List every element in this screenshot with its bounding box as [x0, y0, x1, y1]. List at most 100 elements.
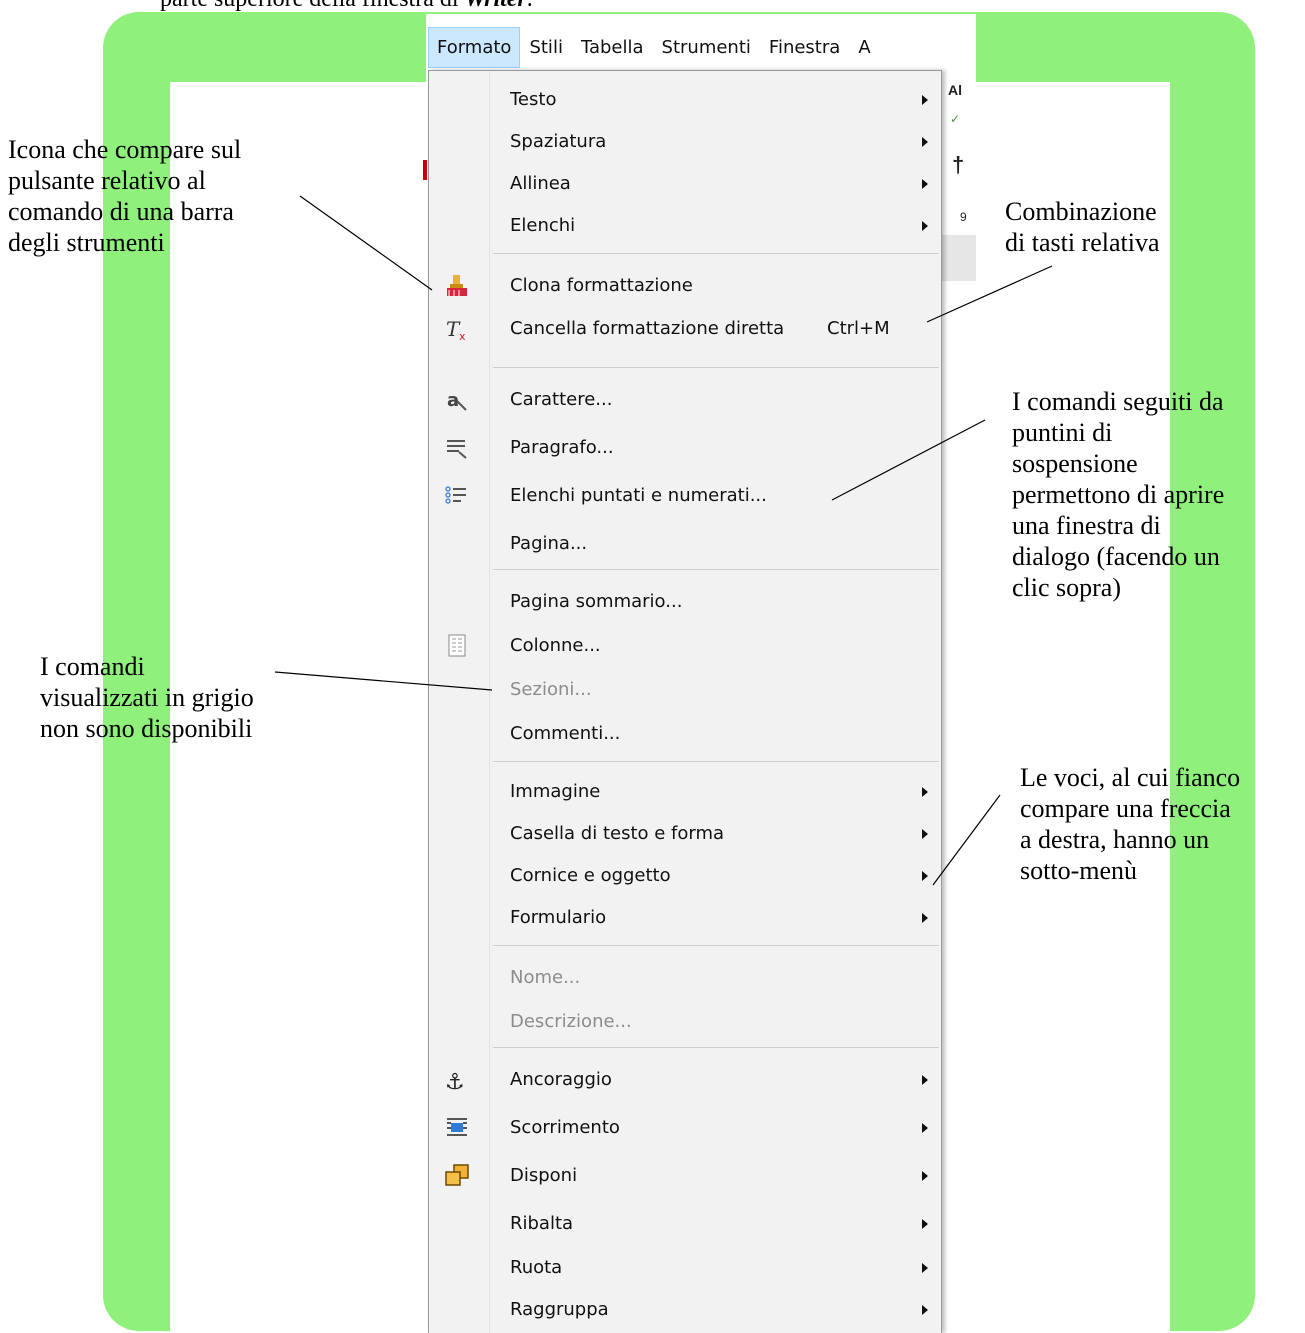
annotation-line: una finestra di [1012, 511, 1161, 540]
menu-label: Casella di testo e forma [510, 823, 725, 844]
menubar-tabella[interactable]: Tabella [572, 27, 653, 68]
top-caption: parte superiore della finestra di Writer… [160, 0, 533, 13]
submenu-arrow-icon [922, 1219, 928, 1229]
menu-item-nome: Nome... [429, 959, 941, 997]
menu-label: Allinea [510, 173, 571, 194]
annotation-line: Le voci, al cui fianco [1020, 763, 1241, 792]
submenu-arrow-icon [922, 1123, 928, 1133]
menu-item-immagine[interactable]: Immagine [429, 773, 941, 811]
menu-item-spaziatura[interactable]: Spaziatura [429, 123, 941, 161]
menu-item-pagina-sommario[interactable]: Pagina sommario... [429, 583, 941, 621]
menu-item-cancella-formattazione[interactable]: T x Cancella formattazione diretta Ctrl+… [429, 310, 941, 348]
menu-label: Disponi [510, 1165, 578, 1186]
menubar-finestra[interactable]: Finestra [760, 27, 849, 68]
annotation-line: permettono di aprire [1012, 480, 1225, 509]
annotation-line: Icona che compare sul [8, 135, 242, 164]
menu-item-ancoraggio[interactable]: ⚓ Ancoraggio [429, 1061, 941, 1099]
annotation-line: di tasti relativa [1005, 228, 1160, 257]
menu-label: Scorrimento [510, 1117, 620, 1138]
submenu-arrow-icon [922, 1305, 928, 1315]
toolbar-peek-button: † [952, 152, 965, 177]
menu-item-ruota[interactable]: Ruota [429, 1249, 941, 1287]
submenu-arrow-icon [922, 179, 928, 189]
menu-label: Cornice e oggetto [510, 865, 671, 886]
menu-label: Commenti... [510, 723, 621, 744]
menu-item-colonne[interactable]: Colonne... [429, 627, 941, 665]
annotation-line: I comandi seguiti da [1012, 387, 1224, 416]
menu-label: Spaziatura [510, 131, 607, 152]
svg-text:a: a [447, 390, 459, 411]
bullets-numbering-icon [445, 486, 466, 504]
menu-item-raggruppa[interactable]: Raggruppa [429, 1291, 941, 1329]
menu-item-carattere[interactable]: a Carattere... [429, 381, 941, 419]
character-icon: a [447, 390, 467, 411]
menubar-stili[interactable]: Stili [520, 27, 572, 68]
menubar-formato[interactable]: Formato [428, 26, 521, 68]
menu-label: Immagine [510, 781, 601, 802]
menu-item-elenchi-puntati[interactable]: Elenchi puntati e numerati... [429, 477, 941, 515]
menu-separator [493, 945, 939, 946]
menu-item-disponi[interactable]: Disponi [429, 1157, 941, 1195]
menu-item-formulario[interactable]: Formulario [429, 899, 941, 937]
annotation-line: clic sopra) [1012, 573, 1122, 602]
menu-label: Descrizione... [510, 1011, 632, 1032]
menu-item-clona-formattazione[interactable]: Clona formattazione [429, 267, 941, 305]
submenu-arrow-icon [922, 1263, 928, 1273]
annotation-line: puntini di [1012, 418, 1113, 447]
menubar-strumenti[interactable]: Strumenti [653, 27, 760, 68]
caption-text-start: parte superiore della finestra di [160, 0, 465, 12]
annotation-grigio: I comandi visualizzati in grigio non son… [40, 651, 254, 744]
menu-separator [493, 569, 939, 570]
annotation-line: I comandi [40, 652, 145, 681]
menu-label: Elenchi [510, 215, 576, 236]
annotation-line: a destra, hanno un [1020, 825, 1210, 854]
submenu-arrow-icon [922, 221, 928, 231]
annotation-line: Combinazione [1005, 197, 1157, 226]
menu-item-scorrimento[interactable]: Scorrimento [429, 1109, 941, 1147]
menu-item-casella-testo[interactable]: Casella di testo e forma [429, 815, 941, 853]
menu-label: Elenchi puntati e numerati... [510, 485, 767, 506]
wrap-icon [447, 1118, 467, 1136]
menubar-aiuto[interactable]: A [849, 27, 879, 68]
svg-text:⚓: ⚓ [445, 1070, 465, 1093]
menu-label: Colonne... [510, 635, 601, 656]
menu-label: Pagina... [510, 533, 588, 554]
menu-label: Ruota [510, 1257, 563, 1278]
annotation-line: visualizzati in grigio [40, 683, 254, 712]
submenu-arrow-icon [922, 871, 928, 881]
paragraph-icon [447, 440, 467, 459]
svg-text:x: x [459, 330, 466, 342]
menu-label: Cancella formattazione diretta [510, 318, 785, 339]
menubar: Formato Stili Tabella Strumenti Finestra… [428, 25, 976, 69]
menu-label: Raggruppa [510, 1299, 609, 1320]
submenu-arrow-icon [922, 787, 928, 797]
menu-item-pagina[interactable]: Pagina... [429, 525, 941, 563]
menu-label: Testo [510, 89, 557, 110]
menu-item-sezioni: Sezioni... [429, 671, 941, 709]
menu-separator [493, 367, 939, 368]
clear-formatting-icon: T x [446, 317, 466, 342]
annotation-line: sospensione [1012, 449, 1138, 478]
submenu-arrow-icon [922, 1075, 928, 1085]
menu-item-ribalta[interactable]: Ribalta [429, 1205, 941, 1243]
annotation-line: dialogo (facendo un [1012, 542, 1220, 571]
annotation-icona: Icona che compare sul pulsante relativo … [8, 134, 241, 258]
menu-item-paragrafo[interactable]: Paragrafo... [429, 429, 941, 467]
menu-item-cornice-oggetto[interactable]: Cornice e oggetto [429, 857, 941, 895]
arrange-icon [445, 1164, 469, 1186]
toolbar-peek-red [423, 160, 427, 180]
menu-label: Sezioni... [510, 679, 592, 700]
annotation-freccia: Le voci, al cui fianco compare una frecc… [1020, 762, 1240, 886]
paintbrush-icon [447, 275, 467, 296]
menu-item-testo[interactable]: Testo [429, 81, 941, 119]
menu-item-allinea[interactable]: Allinea [429, 165, 941, 203]
menu-item-commenti[interactable]: Commenti... [429, 715, 941, 753]
annotation-line: pulsante relativo al [8, 166, 206, 195]
annotation-puntini: I comandi seguiti da puntini di sospensi… [1012, 386, 1224, 603]
toolbar-peek-text: Al [948, 82, 962, 98]
menu-item-elenchi[interactable]: Elenchi [429, 207, 941, 245]
menu-label: Ribalta [510, 1213, 574, 1234]
menu-separator [493, 253, 939, 254]
menu-shortcut: Ctrl+M [827, 318, 890, 339]
menu-separator [493, 1047, 939, 1048]
